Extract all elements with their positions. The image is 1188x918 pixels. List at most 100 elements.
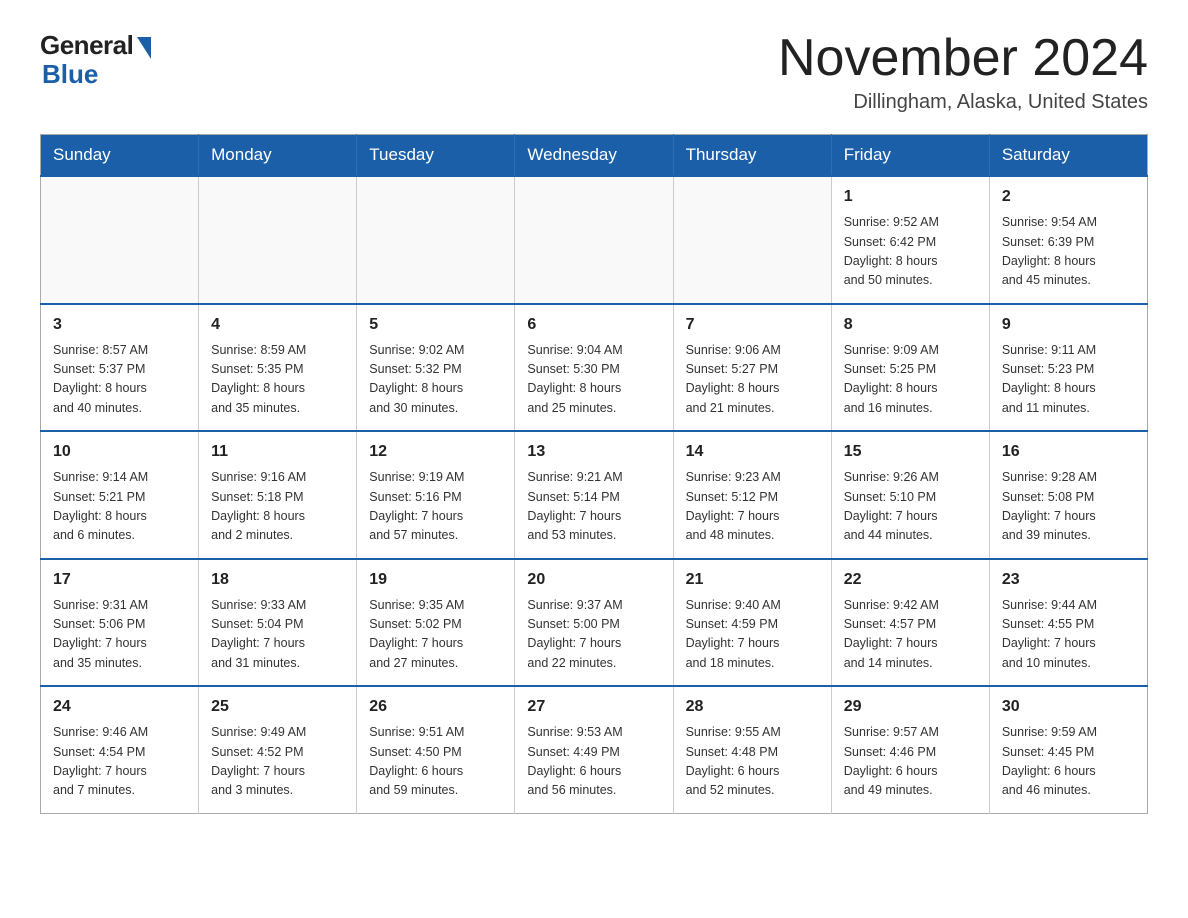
day-number: 9 [1002, 313, 1135, 337]
day-info: Sunrise: 9:46 AM Sunset: 4:54 PM Dayligh… [53, 723, 186, 801]
day-number: 4 [211, 313, 344, 337]
logo-blue-text: Blue [40, 59, 98, 90]
calendar-cell [515, 176, 673, 304]
calendar-week-row: 10 Sunrise: 9:14 AM Sunset: 5:21 PM Dayli… [41, 431, 1148, 559]
day-number: 1 [844, 185, 977, 209]
day-info: Sunrise: 9:55 AM Sunset: 4:48 PM Dayligh… [686, 723, 819, 801]
day-info: Sunrise: 9:02 AM Sunset: 5:32 PM Dayligh… [369, 341, 502, 419]
day-number: 24 [53, 695, 186, 719]
calendar-cell: 28 Sunrise: 9:55 AM Sunset: 4:48 PM Dayli… [673, 686, 831, 813]
page-header: General Blue November 2024 Dillingham, A… [40, 30, 1148, 114]
calendar-cell: 11 Sunrise: 9:16 AM Sunset: 5:18 PM Dayli… [199, 431, 357, 559]
day-info: Sunrise: 9:06 AM Sunset: 5:27 PM Dayligh… [686, 341, 819, 419]
day-number: 7 [686, 313, 819, 337]
day-info: Sunrise: 9:21 AM Sunset: 5:14 PM Dayligh… [527, 468, 660, 546]
calendar-cell: 23Sunrise: 9:44 AM Sunset: 4:55 PM Dayli… [989, 559, 1147, 687]
day-number: 13 [527, 440, 660, 464]
day-info: Sunrise: 9:16 AM Sunset: 5:18 PM Dayligh… [211, 468, 344, 546]
day-number: 17 [53, 568, 186, 592]
day-info: Sunrise: 9:23 AM Sunset: 5:12 PM Dayligh… [686, 468, 819, 546]
day-number: 21 [686, 568, 819, 592]
month-title: November 2024 [778, 30, 1148, 87]
day-info: Sunrise: 9:54 AM Sunset: 6:39 PM Dayligh… [1002, 213, 1135, 291]
day-number: 11 [211, 440, 344, 464]
calendar-cell: 29Sunrise: 9:57 AM Sunset: 4:46 PM Dayli… [831, 686, 989, 813]
logo-arrow-icon [137, 37, 151, 59]
weekday-header-saturday: Saturday [989, 135, 1147, 177]
calendar-cell: 21 Sunrise: 9:40 AM Sunset: 4:59 PM Dayli… [673, 559, 831, 687]
calendar-cell [41, 176, 199, 304]
calendar-week-row: 3Sunrise: 8:57 AM Sunset: 5:37 PM Daylig… [41, 304, 1148, 432]
weekday-header-friday: Friday [831, 135, 989, 177]
calendar-cell: 19Sunrise: 9:35 AM Sunset: 5:02 PM Dayli… [357, 559, 515, 687]
day-number: 6 [527, 313, 660, 337]
day-info: Sunrise: 9:09 AM Sunset: 5:25 PM Dayligh… [844, 341, 977, 419]
calendar-cell: 24 Sunrise: 9:46 AM Sunset: 4:54 PM Dayli… [41, 686, 199, 813]
calendar-cell: 7 Sunrise: 9:06 AM Sunset: 5:27 PM Daylig… [673, 304, 831, 432]
day-number: 8 [844, 313, 977, 337]
weekday-header-thursday: Thursday [673, 135, 831, 177]
day-number: 26 [369, 695, 502, 719]
calendar-cell: 13 Sunrise: 9:21 AM Sunset: 5:14 PM Dayli… [515, 431, 673, 559]
day-number: 2 [1002, 185, 1135, 209]
day-info: Sunrise: 9:42 AM Sunset: 4:57 PM Dayligh… [844, 596, 977, 674]
calendar-cell: 25Sunrise: 9:49 AM Sunset: 4:52 PM Dayli… [199, 686, 357, 813]
day-info: Sunrise: 9:28 AM Sunset: 5:08 PM Dayligh… [1002, 468, 1135, 546]
day-number: 5 [369, 313, 502, 337]
day-number: 18 [211, 568, 344, 592]
calendar-cell: 3Sunrise: 8:57 AM Sunset: 5:37 PM Daylig… [41, 304, 199, 432]
day-info: Sunrise: 8:57 AM Sunset: 5:37 PM Dayligh… [53, 341, 186, 419]
weekday-header-row: SundayMondayTuesdayWednesdayThursdayFrid… [41, 135, 1148, 177]
calendar-cell: 9 Sunrise: 9:11 AM Sunset: 5:23 PM Daylig… [989, 304, 1147, 432]
day-number: 20 [527, 568, 660, 592]
weekday-header-wednesday: Wednesday [515, 135, 673, 177]
day-info: Sunrise: 9:26 AM Sunset: 5:10 PM Dayligh… [844, 468, 977, 546]
day-info: Sunrise: 9:51 AM Sunset: 4:50 PM Dayligh… [369, 723, 502, 801]
calendar-week-row: 24 Sunrise: 9:46 AM Sunset: 4:54 PM Dayli… [41, 686, 1148, 813]
day-info: Sunrise: 9:33 AM Sunset: 5:04 PM Dayligh… [211, 596, 344, 674]
calendar-cell [199, 176, 357, 304]
day-number: 10 [53, 440, 186, 464]
title-block: November 2024 Dillingham, Alaska, United… [778, 30, 1148, 114]
weekday-header-tuesday: Tuesday [357, 135, 515, 177]
calendar-cell: 17 Sunrise: 9:31 AM Sunset: 5:06 PM Dayli… [41, 559, 199, 687]
calendar-cell: 14 Sunrise: 9:23 AM Sunset: 5:12 PM Dayli… [673, 431, 831, 559]
calendar-week-row: 17 Sunrise: 9:31 AM Sunset: 5:06 PM Dayli… [41, 559, 1148, 687]
calendar-cell: 2 Sunrise: 9:54 AM Sunset: 6:39 PM Daylig… [989, 176, 1147, 304]
day-info: Sunrise: 9:52 AM Sunset: 6:42 PM Dayligh… [844, 213, 977, 291]
day-number: 15 [844, 440, 977, 464]
calendar-cell: 4Sunrise: 8:59 AM Sunset: 5:35 PM Daylig… [199, 304, 357, 432]
day-number: 30 [1002, 695, 1135, 719]
day-info: Sunrise: 9:49 AM Sunset: 4:52 PM Dayligh… [211, 723, 344, 801]
day-number: 16 [1002, 440, 1135, 464]
day-info: Sunrise: 9:35 AM Sunset: 5:02 PM Dayligh… [369, 596, 502, 674]
calendar-cell: 15 Sunrise: 9:26 AM Sunset: 5:10 PM Dayli… [831, 431, 989, 559]
calendar-cell: 22Sunrise: 9:42 AM Sunset: 4:57 PM Dayli… [831, 559, 989, 687]
day-info: Sunrise: 9:37 AM Sunset: 5:00 PM Dayligh… [527, 596, 660, 674]
calendar-cell: 16 Sunrise: 9:28 AM Sunset: 5:08 PM Dayli… [989, 431, 1147, 559]
calendar-cell: 30 Sunrise: 9:59 AM Sunset: 4:45 PM Dayli… [989, 686, 1147, 813]
calendar-cell: 26 Sunrise: 9:51 AM Sunset: 4:50 PM Dayli… [357, 686, 515, 813]
day-number: 29 [844, 695, 977, 719]
day-info: Sunrise: 9:19 AM Sunset: 5:16 PM Dayligh… [369, 468, 502, 546]
day-number: 28 [686, 695, 819, 719]
day-number: 12 [369, 440, 502, 464]
logo: General Blue [40, 30, 151, 90]
day-info: Sunrise: 9:53 AM Sunset: 4:49 PM Dayligh… [527, 723, 660, 801]
day-info: Sunrise: 9:14 AM Sunset: 5:21 PM Dayligh… [53, 468, 186, 546]
logo-general-text: General [40, 30, 133, 61]
calendar-cell: 8 Sunrise: 9:09 AM Sunset: 5:25 PM Daylig… [831, 304, 989, 432]
calendar-week-row: 1 Sunrise: 9:52 AM Sunset: 6:42 PM Daylig… [41, 176, 1148, 304]
day-info: Sunrise: 9:11 AM Sunset: 5:23 PM Dayligh… [1002, 341, 1135, 419]
day-info: Sunrise: 9:40 AM Sunset: 4:59 PM Dayligh… [686, 596, 819, 674]
calendar-cell [673, 176, 831, 304]
calendar-cell [357, 176, 515, 304]
day-info: Sunrise: 9:59 AM Sunset: 4:45 PM Dayligh… [1002, 723, 1135, 801]
calendar-cell: 6Sunrise: 9:04 AM Sunset: 5:30 PM Daylig… [515, 304, 673, 432]
day-number: 27 [527, 695, 660, 719]
calendar-cell: 18 Sunrise: 9:33 AM Sunset: 5:04 PM Dayli… [199, 559, 357, 687]
location-subtitle: Dillingham, Alaska, United States [778, 91, 1148, 114]
calendar-cell: 10 Sunrise: 9:14 AM Sunset: 5:21 PM Dayli… [41, 431, 199, 559]
day-number: 14 [686, 440, 819, 464]
day-info: Sunrise: 9:31 AM Sunset: 5:06 PM Dayligh… [53, 596, 186, 674]
